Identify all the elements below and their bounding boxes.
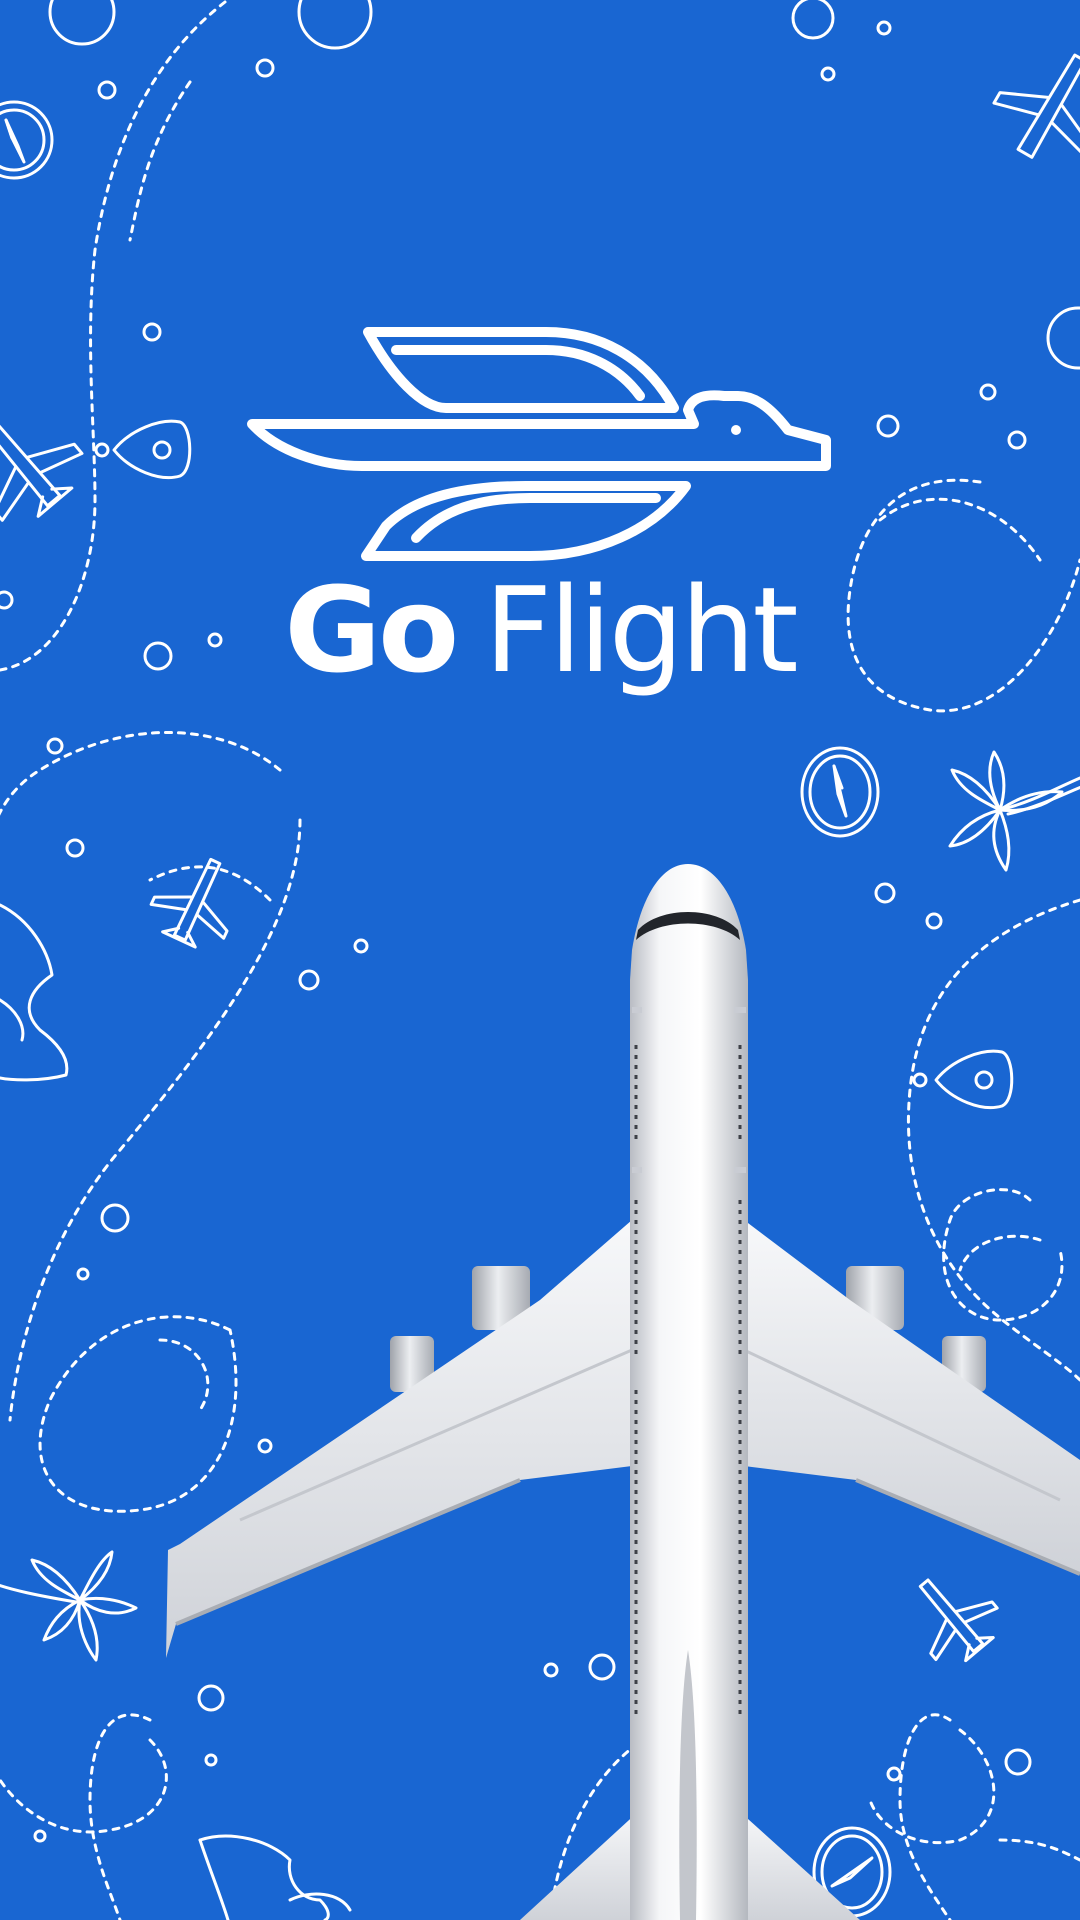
- bird-logo-icon: [247, 327, 831, 561]
- app-name: Go Flight: [0, 560, 1080, 700]
- left-wing: [166, 1220, 632, 1658]
- location-pin-icon: [94, 419, 192, 479]
- compass-icon: [0, 100, 54, 180]
- compass-icon: [800, 746, 880, 838]
- brand-name-light: Flight: [484, 561, 798, 699]
- brand-name-bold: Go: [284, 561, 459, 699]
- airplane-illustration: [166, 864, 1080, 1920]
- airplane-doodle-icon: [0, 418, 84, 522]
- splash-screen: Go Flight: [0, 0, 1080, 1920]
- right-wing: [744, 1220, 1080, 1574]
- airplane-doodle-icon: [992, 53, 1080, 159]
